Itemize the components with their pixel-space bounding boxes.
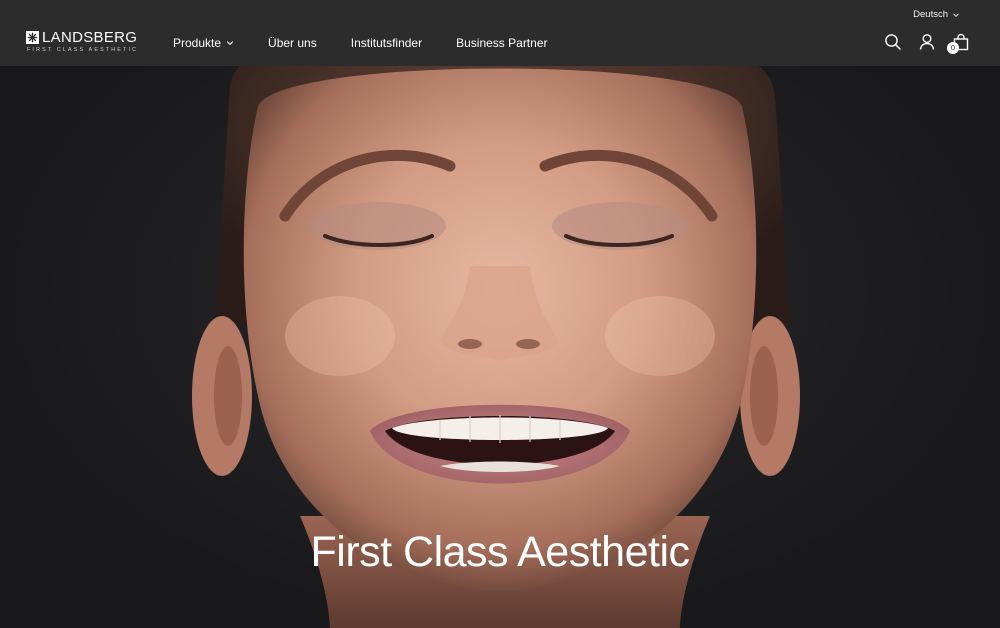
- nav-item-ueber-uns[interactable]: Über uns: [268, 36, 317, 50]
- brand-logo[interactable]: LANDSBERG FIRST CLASS AESTHETIC: [26, 29, 139, 53]
- account-icon[interactable]: [918, 33, 936, 51]
- nav-item-label: Business Partner: [456, 36, 548, 50]
- cart-count-badge: 0: [947, 42, 959, 54]
- header-actions: 0: [884, 33, 970, 54]
- hero-title: First Class Aesthetic: [310, 528, 691, 576]
- language-selector[interactable]: Deutsch: [913, 9, 960, 20]
- chevron-down-icon: [226, 41, 234, 46]
- main-nav: Produkte Über uns Institutsfinder Busine…: [173, 36, 582, 50]
- cart-icon[interactable]: 0: [947, 33, 970, 54]
- nav-item-label: Produkte: [173, 36, 222, 50]
- search-icon[interactable]: [884, 33, 902, 51]
- nav-item-business-partner[interactable]: Business Partner: [456, 36, 547, 50]
- nav-item-label: Institutsfinder: [350, 36, 423, 50]
- nav-item-label: Über uns: [268, 36, 317, 50]
- nav-item-produkte[interactable]: Produkte: [173, 36, 234, 50]
- logo-wordmark: LANDSBERG: [42, 29, 138, 46]
- logo-tagline: FIRST CLASS AESTHETIC: [27, 47, 139, 53]
- language-label: Deutsch: [913, 9, 948, 20]
- chevron-down-icon: [953, 12, 959, 17]
- nav-item-institutsfinder[interactable]: Institutsfinder: [351, 36, 422, 50]
- site-header: Deutsch LANDSBERG FIRST CLASS AESTHETIC: [0, 0, 1000, 66]
- logo-mark-icon: [26, 31, 39, 44]
- hero-banner[interactable]: First Class Aesthetic: [0, 66, 1000, 628]
